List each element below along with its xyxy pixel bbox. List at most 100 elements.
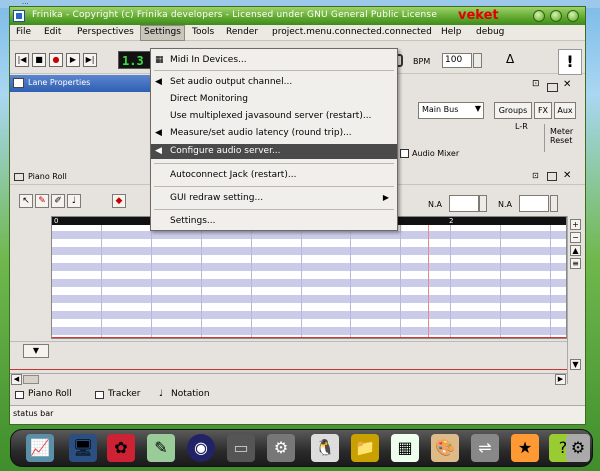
- menu-file[interactable]: File: [16, 27, 31, 37]
- menu-separator: [154, 186, 394, 187]
- fx-button[interactable]: FX: [534, 102, 552, 119]
- scroll-right-icon[interactable]: ▶: [555, 374, 566, 385]
- minimize-button[interactable]: [533, 10, 545, 22]
- menu-item-midi-in-devices[interactable]: ▦ Midi In Devices...: [151, 53, 397, 68]
- warning-icon[interactable]: !: [558, 49, 582, 75]
- menu-item-direct-monitoring[interactable]: Direct Monitoring: [151, 92, 397, 107]
- na-spinner-2[interactable]: [550, 195, 558, 212]
- grid-row: [52, 231, 566, 239]
- bpm-input[interactable]: 100: [442, 53, 472, 68]
- tab-notation-label: Notation: [171, 389, 210, 399]
- zoom-in-icon[interactable]: +: [570, 219, 581, 230]
- app-icon: [13, 10, 25, 22]
- na-spinner-1[interactable]: [479, 195, 487, 212]
- maximize-button[interactable]: [550, 10, 562, 22]
- menu-project-connected[interactable]: project.menu.connected.connected: [272, 27, 432, 37]
- stop-icon[interactable]: ■: [32, 53, 46, 67]
- menu-perspectives[interactable]: Perspectives: [77, 27, 134, 37]
- bus-select[interactable]: Main Bus ▼: [418, 102, 484, 119]
- pencil-tool-icon[interactable]: ✎: [35, 194, 49, 208]
- na-label-1: N.A: [428, 200, 442, 209]
- na-input-1[interactable]: [449, 195, 479, 212]
- tab-audio-mixer[interactable]: Audio Mixer: [396, 146, 476, 161]
- dock-panel-icon[interactable]: ⊡: [532, 171, 539, 180]
- menu-separator: [154, 163, 394, 164]
- write-tool-icon[interactable]: ✐: [51, 194, 65, 208]
- scroll-left-icon[interactable]: ◀: [11, 374, 22, 385]
- bug-icon[interactable]: ✿: [107, 434, 135, 462]
- menu-edit[interactable]: Edit: [44, 27, 61, 37]
- folder-icon[interactable]: 📁: [351, 434, 379, 462]
- menu-item-measure-latency[interactable]: ◀ Measure/set audio latency (round trip)…: [151, 126, 397, 141]
- menu-item-configure-audio-server[interactable]: ◀ Configure audio server...: [151, 144, 397, 159]
- zoom-out-icon[interactable]: −: [570, 232, 581, 243]
- menu-help[interactable]: Help: [441, 27, 462, 37]
- edit-icon[interactable]: ✎: [147, 434, 175, 462]
- grid-row: [52, 279, 566, 287]
- menu-item-set-audio-output[interactable]: ◀ Set audio output channel...: [151, 75, 397, 90]
- play-icon[interactable]: ▶: [66, 53, 80, 67]
- record-icon[interactable]: ●: [49, 53, 63, 67]
- menu-item-multiplexed-javasound[interactable]: Use multiplexed javasound server (restar…: [151, 109, 397, 124]
- usb-icon[interactable]: ⇌: [471, 434, 499, 462]
- note-tool-icon[interactable]: ♩: [67, 194, 81, 208]
- computer-icon[interactable]: 🖥: [69, 434, 97, 462]
- menu-settings[interactable]: Settings: [140, 25, 185, 41]
- horizontal-scrollbar[interactable]: ◀ ▶: [10, 373, 567, 385]
- settings-icon[interactable]: ⚙: [566, 434, 590, 462]
- scroll-up-icon[interactable]: ▲: [570, 245, 581, 256]
- meter-box[interactable]: Meter Reset: [544, 124, 586, 152]
- rewind-start-icon[interactable]: |◀: [15, 53, 29, 67]
- maximize-panel-icon[interactable]: [547, 83, 558, 92]
- gear-icon[interactable]: ⚙: [267, 434, 295, 462]
- maximize-panel-icon[interactable]: [547, 172, 557, 181]
- palette-icon[interactable]: 🎨: [431, 434, 459, 462]
- bus-select-value: Main Bus: [422, 105, 459, 114]
- bpm-spinner[interactable]: [473, 53, 482, 68]
- lane-properties-header[interactable]: Lane Properties: [10, 75, 153, 92]
- grid-row: [52, 327, 566, 335]
- scroll-thumb-icon[interactable]: ≡: [570, 258, 581, 269]
- forward-end-icon[interactable]: ▶|: [83, 53, 97, 67]
- media-icon[interactable]: ◉: [187, 434, 215, 462]
- audio-mixer-tab-label: Audio Mixer: [412, 149, 460, 158]
- metronome-icon[interactable]: ᐃ: [506, 52, 514, 66]
- window-title: Frinika - Copyright (c) Frinika develope…: [32, 10, 438, 20]
- tab-tracker[interactable]: Tracker: [92, 388, 144, 402]
- aux-button[interactable]: Aux: [554, 102, 576, 119]
- monitor-icon[interactable]: 📈: [26, 434, 54, 462]
- menu-tools[interactable]: Tools: [192, 27, 214, 37]
- expand-velocity-button[interactable]: ▼: [23, 344, 49, 358]
- horizontal-scroll-thumb[interactable]: [23, 375, 39, 384]
- grid-row: [52, 295, 566, 303]
- time-display: 1.3: [118, 51, 154, 69]
- sticker-icon[interactable]: ★: [511, 434, 539, 462]
- menu-item-gui-redraw[interactable]: GUI redraw setting... ▶: [151, 191, 397, 206]
- select-tool-icon[interactable]: ↖: [19, 194, 33, 208]
- vertical-scrollbar[interactable]: + − ▲ ≡ ▼: [567, 216, 583, 384]
- record-step-icon[interactable]: ◆: [112, 194, 126, 208]
- grid-row: [52, 311, 566, 319]
- menu-debug[interactable]: debug: [476, 27, 504, 37]
- grid-line: [251, 225, 252, 338]
- paint-icon[interactable]: ▦: [391, 434, 419, 462]
- tab-piano-roll[interactable]: Piano Roll: [12, 388, 76, 402]
- close-button[interactable]: [567, 10, 579, 22]
- close-panel-icon[interactable]: ✕: [563, 79, 571, 90]
- dock-panel-icon[interactable]: ⊡: [532, 79, 540, 89]
- na-input-2[interactable]: [519, 195, 549, 212]
- close-panel-icon[interactable]: ✕: [563, 170, 571, 181]
- groups-button[interactable]: Groups: [494, 102, 532, 119]
- tracker-tab-icon: [95, 391, 104, 399]
- speaker-icon: ◀: [155, 146, 162, 156]
- piano-roll-grid[interactable]: 0 2: [51, 216, 567, 339]
- scroll-down-icon[interactable]: ▼: [570, 359, 581, 370]
- menu-item-autoconnect-jack[interactable]: Autoconnect Jack (restart)...: [151, 168, 397, 183]
- tab-notation[interactable]: ♩ Notation: [155, 388, 214, 402]
- screen-icon[interactable]: ▭: [227, 434, 255, 462]
- velocity-area[interactable]: [10, 341, 567, 371]
- menu-item-settings[interactable]: Settings...: [151, 214, 397, 229]
- window-titlebar[interactable]: Frinika - Copyright (c) Frinika develope…: [10, 7, 585, 25]
- penguin-icon[interactable]: 🐧: [311, 434, 339, 462]
- menu-render[interactable]: Render: [226, 27, 258, 37]
